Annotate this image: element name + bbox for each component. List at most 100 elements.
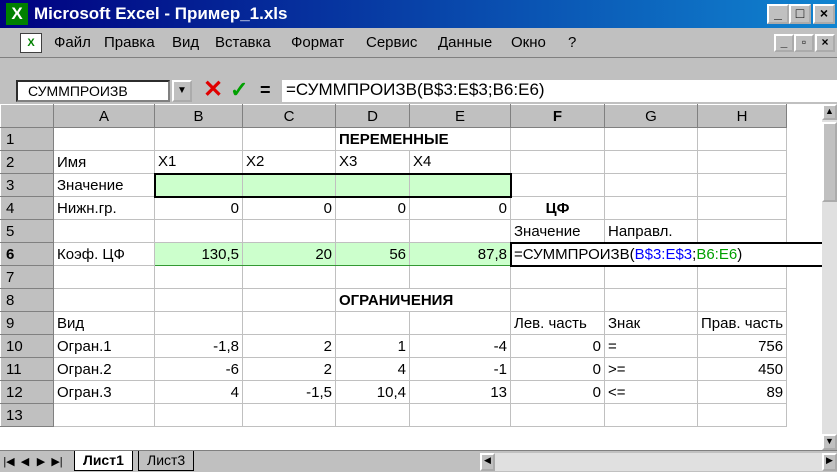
cell[interactable]: -4 xyxy=(409,334,511,358)
formula-input[interactable]: =СУММПРОИЗВ(B$3:E$3;B6:E6) xyxy=(282,80,837,102)
cell[interactable] xyxy=(335,265,410,289)
name-box[interactable]: СУММПРОИЗВ xyxy=(16,80,170,102)
row-header[interactable]: 2 xyxy=(0,150,54,174)
cell[interactable] xyxy=(604,173,698,197)
cell[interactable]: 0 xyxy=(154,196,243,220)
cell[interactable]: 10,4 xyxy=(335,380,410,404)
cell[interactable] xyxy=(154,219,243,243)
name-box-dropdown-icon[interactable]: ▼ xyxy=(172,80,192,102)
menu-tools[interactable]: Сервис xyxy=(366,34,417,52)
row-header[interactable]: 5 xyxy=(0,219,54,243)
doc-restore-button[interactable]: ▫ xyxy=(794,34,814,52)
column-header[interactable]: B xyxy=(154,104,243,128)
cell[interactable]: 0 xyxy=(510,380,605,404)
row-header[interactable]: 1 xyxy=(0,127,54,151)
cell[interactable]: Огран.1 xyxy=(53,334,155,358)
cell[interactable] xyxy=(154,288,243,312)
cell[interactable] xyxy=(53,403,155,427)
workbook-icon[interactable]: X xyxy=(20,33,42,53)
cell[interactable]: Значение xyxy=(53,173,155,197)
cell[interactable] xyxy=(53,265,155,289)
menu-help[interactable]: ? xyxy=(568,34,576,52)
cell[interactable]: 4 xyxy=(154,380,243,404)
cell[interactable]: 2 xyxy=(242,334,336,358)
cell[interactable]: 1 xyxy=(335,334,410,358)
column-header[interactable]: D xyxy=(335,104,410,128)
close-button[interactable]: × xyxy=(813,4,835,24)
cell[interactable] xyxy=(696,173,788,197)
first-sheet-icon[interactable]: |◀ xyxy=(2,454,16,470)
cell[interactable]: 89 xyxy=(696,380,788,404)
cell[interactable]: ПЕРЕМЕННЫЕ xyxy=(335,127,511,151)
minimize-button[interactable]: _ xyxy=(767,4,789,24)
cell[interactable]: Знак xyxy=(604,311,698,335)
cell[interactable]: X3 xyxy=(335,150,410,174)
cell[interactable]: = xyxy=(604,334,698,358)
last-sheet-icon[interactable]: ▶| xyxy=(50,454,64,470)
cell[interactable] xyxy=(696,403,788,427)
cell[interactable] xyxy=(696,196,788,220)
cell[interactable] xyxy=(53,127,155,151)
worksheet-grid[interactable]: A B C D E F G H 1 ПЕРЕМЕННЫЕ 2 Имя X1 X2… xyxy=(0,104,822,450)
cell[interactable]: Вид xyxy=(53,311,155,335)
maximize-button[interactable]: □ xyxy=(789,4,811,24)
menu-file[interactable]: Файл xyxy=(54,34,91,52)
cell[interactable]: >= xyxy=(604,357,698,381)
in-cell-editor[interactable]: =СУММПРОИЗВ(B$3:E$3;B6:E6) xyxy=(510,242,822,267)
prev-sheet-icon[interactable]: ◀ xyxy=(18,454,32,470)
edit-formula-button[interactable]: = xyxy=(260,79,271,101)
cell[interactable] xyxy=(409,265,511,289)
scroll-right-icon[interactable]: ▶ xyxy=(822,453,837,471)
cell[interactable]: X2 xyxy=(242,150,336,174)
scroll-down-icon[interactable]: ▼ xyxy=(822,434,837,450)
cell[interactable] xyxy=(409,311,511,335)
cell[interactable]: X4 xyxy=(409,150,511,174)
cell[interactable] xyxy=(335,311,410,335)
cell[interactable]: ЦФ xyxy=(510,196,605,220)
cell[interactable]: 0 xyxy=(510,357,605,381)
cell[interactable]: 756 xyxy=(696,334,788,358)
cell[interactable] xyxy=(604,150,698,174)
cell[interactable]: Значение xyxy=(510,219,605,243)
cell-variable-value[interactable] xyxy=(409,172,512,198)
column-header[interactable]: H xyxy=(696,104,788,128)
row-header[interactable]: 3 xyxy=(0,173,54,197)
cell-variable-value[interactable] xyxy=(242,172,336,198)
scroll-up-icon[interactable]: ▲ xyxy=(822,104,837,120)
cell[interactable] xyxy=(604,196,698,220)
menu-format[interactable]: Формат xyxy=(291,34,344,52)
cell[interactable] xyxy=(510,127,605,151)
row-header[interactable]: 9 xyxy=(0,311,54,335)
row-header[interactable]: 7 xyxy=(0,265,54,289)
row-header[interactable]: 13 xyxy=(0,403,54,427)
cell[interactable] xyxy=(242,127,336,151)
menu-window[interactable]: Окно xyxy=(511,34,546,52)
row-header[interactable]: 4 xyxy=(0,196,54,220)
active-cell-F6[interactable]: =СУММПРОИЗВ(B$3:E$3;B6:E6) xyxy=(510,242,822,267)
doc-minimize-button[interactable]: _ xyxy=(774,34,794,52)
cell[interactable] xyxy=(510,173,605,197)
cell[interactable]: 4 xyxy=(335,357,410,381)
cell[interactable]: 0 xyxy=(242,196,336,220)
cell[interactable] xyxy=(409,219,511,243)
cell[interactable]: ОГРАНИЧЕНИЯ xyxy=(335,288,511,312)
cell[interactable]: -1 xyxy=(409,357,511,381)
row-header[interactable]: 11 xyxy=(0,357,54,381)
cell[interactable]: Направл. xyxy=(604,219,698,243)
cell[interactable]: -1,5 xyxy=(242,380,336,404)
sheet-tab-list3[interactable]: Лист3 xyxy=(138,451,195,471)
menu-insert[interactable]: Вставка xyxy=(215,34,271,52)
enter-check-icon[interactable]: ✓ xyxy=(230,78,248,102)
cell[interactable] xyxy=(242,265,336,289)
menu-view[interactable]: Вид xyxy=(172,34,199,52)
cell[interactable]: Огран.2 xyxy=(53,357,155,381)
vertical-scrollbar[interactable]: ▲ ▼ xyxy=(822,104,837,450)
cell[interactable]: Нижн.гр. xyxy=(53,196,155,220)
cell[interactable] xyxy=(154,265,243,289)
cell[interactable] xyxy=(242,288,336,312)
menu-edit[interactable]: Правка xyxy=(104,34,155,52)
scroll-left-icon[interactable]: ◀ xyxy=(480,453,495,471)
cell[interactable]: Имя xyxy=(53,150,155,174)
cell[interactable]: 0 xyxy=(409,196,511,220)
cell[interactable] xyxy=(53,219,155,243)
